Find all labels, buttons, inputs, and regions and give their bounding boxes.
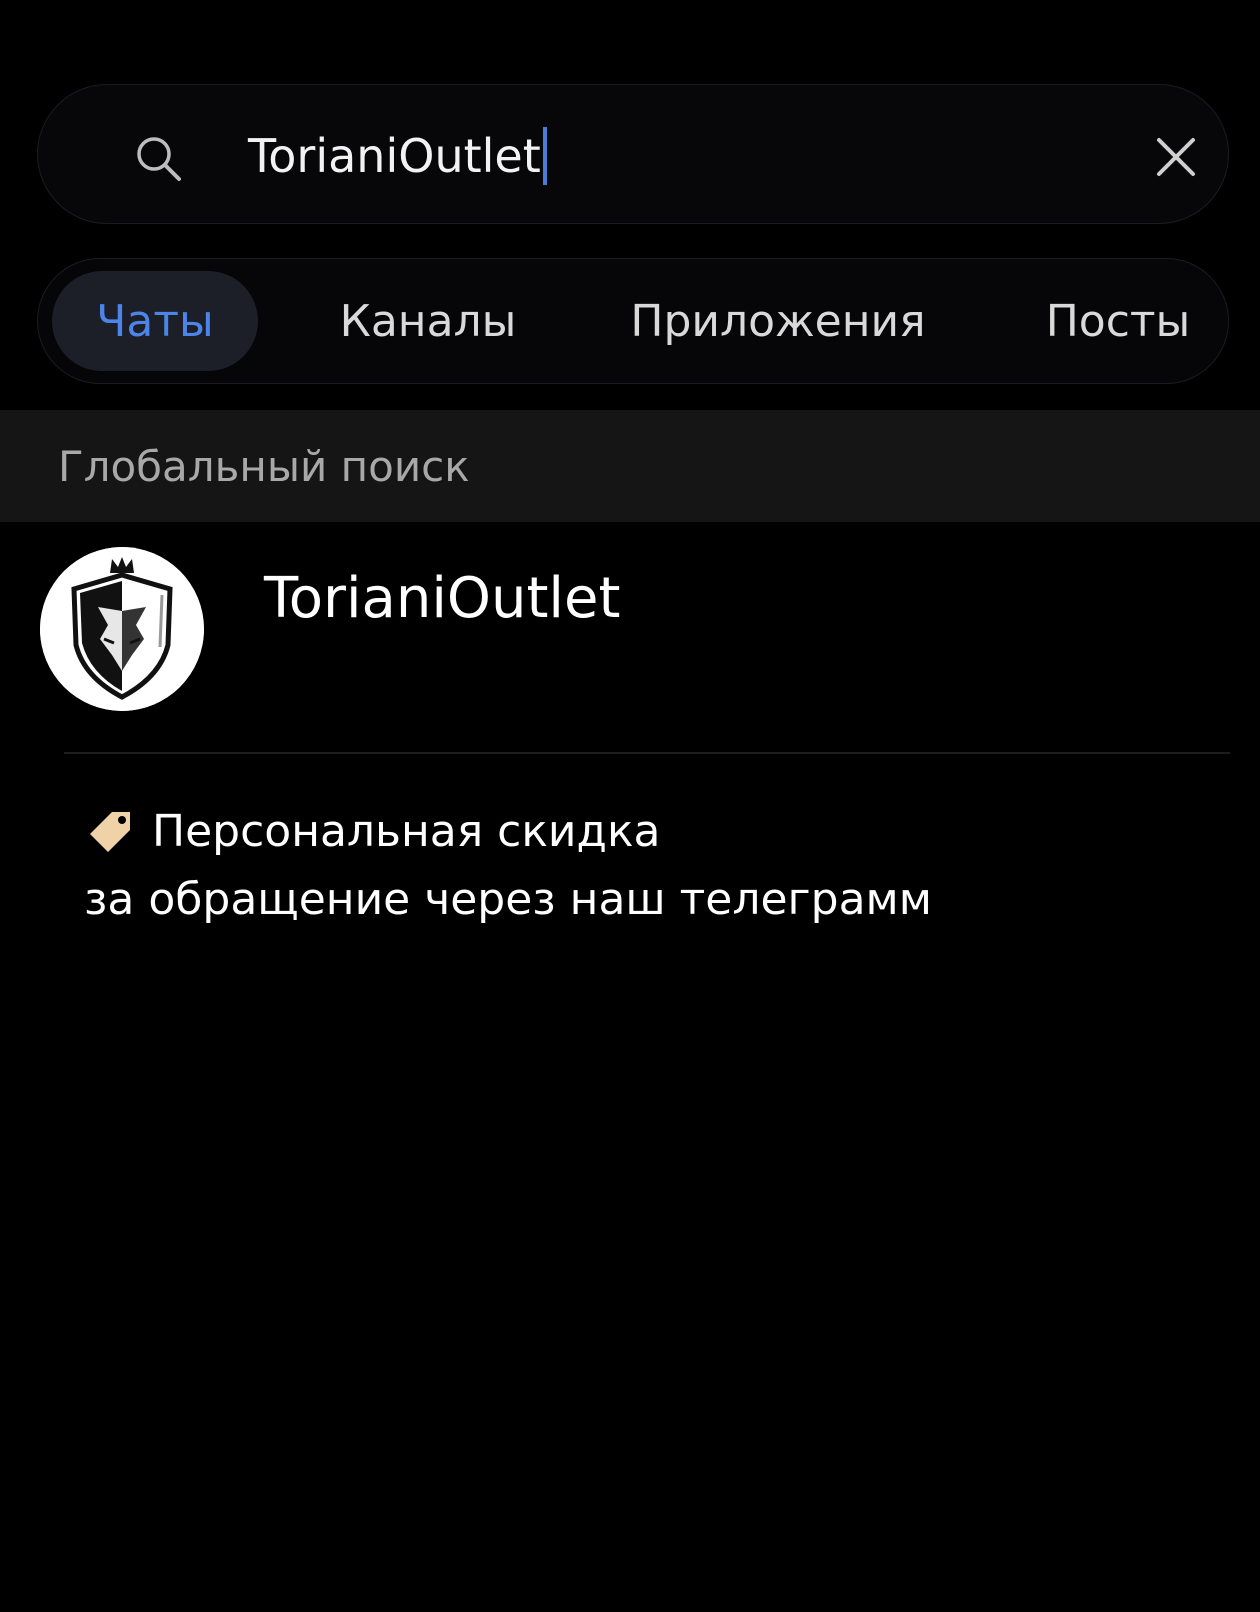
search-screen: TorianiOutlet Чаты Каналы Приложения Пос… — [0, 0, 1260, 1612]
avatar — [40, 547, 204, 711]
global-search-header: Глобальный поиск — [0, 410, 1260, 522]
search-bar[interactable]: TorianiOutlet — [37, 84, 1229, 224]
divider — [64, 752, 1230, 754]
search-input[interactable]: TorianiOutlet — [248, 125, 547, 187]
search-input-value: TorianiOutlet — [248, 129, 541, 183]
wolf-shield-logo — [40, 547, 204, 711]
section-title: Глобальный поиск — [58, 441, 470, 491]
tab-posts[interactable]: Посты — [1018, 271, 1218, 371]
promo-line-2: за обращение через наш телеграмм — [84, 874, 932, 925]
result-title: TorianiOutlet — [264, 566, 621, 631]
close-icon — [1157, 138, 1195, 176]
tag-icon — [84, 806, 136, 858]
tab-chats[interactable]: Чаты — [52, 271, 258, 371]
tab-channels[interactable]: Каналы — [308, 271, 548, 371]
promo-text: Персональная скидка за обращение через н… — [84, 798, 1184, 934]
promo-line-1: Персональная скидка — [84, 798, 1184, 866]
search-icon — [133, 133, 185, 185]
search-filter-tabs: Чаты Каналы Приложения Посты — [37, 258, 1229, 384]
tab-apps[interactable]: Приложения — [598, 271, 958, 371]
search-result-row[interactable]: TorianiOutlet — [0, 540, 1260, 720]
promo-line-1-text: Персональная скидка — [152, 806, 661, 857]
text-cursor — [542, 127, 547, 185]
clear-search-button[interactable] — [1148, 129, 1204, 185]
